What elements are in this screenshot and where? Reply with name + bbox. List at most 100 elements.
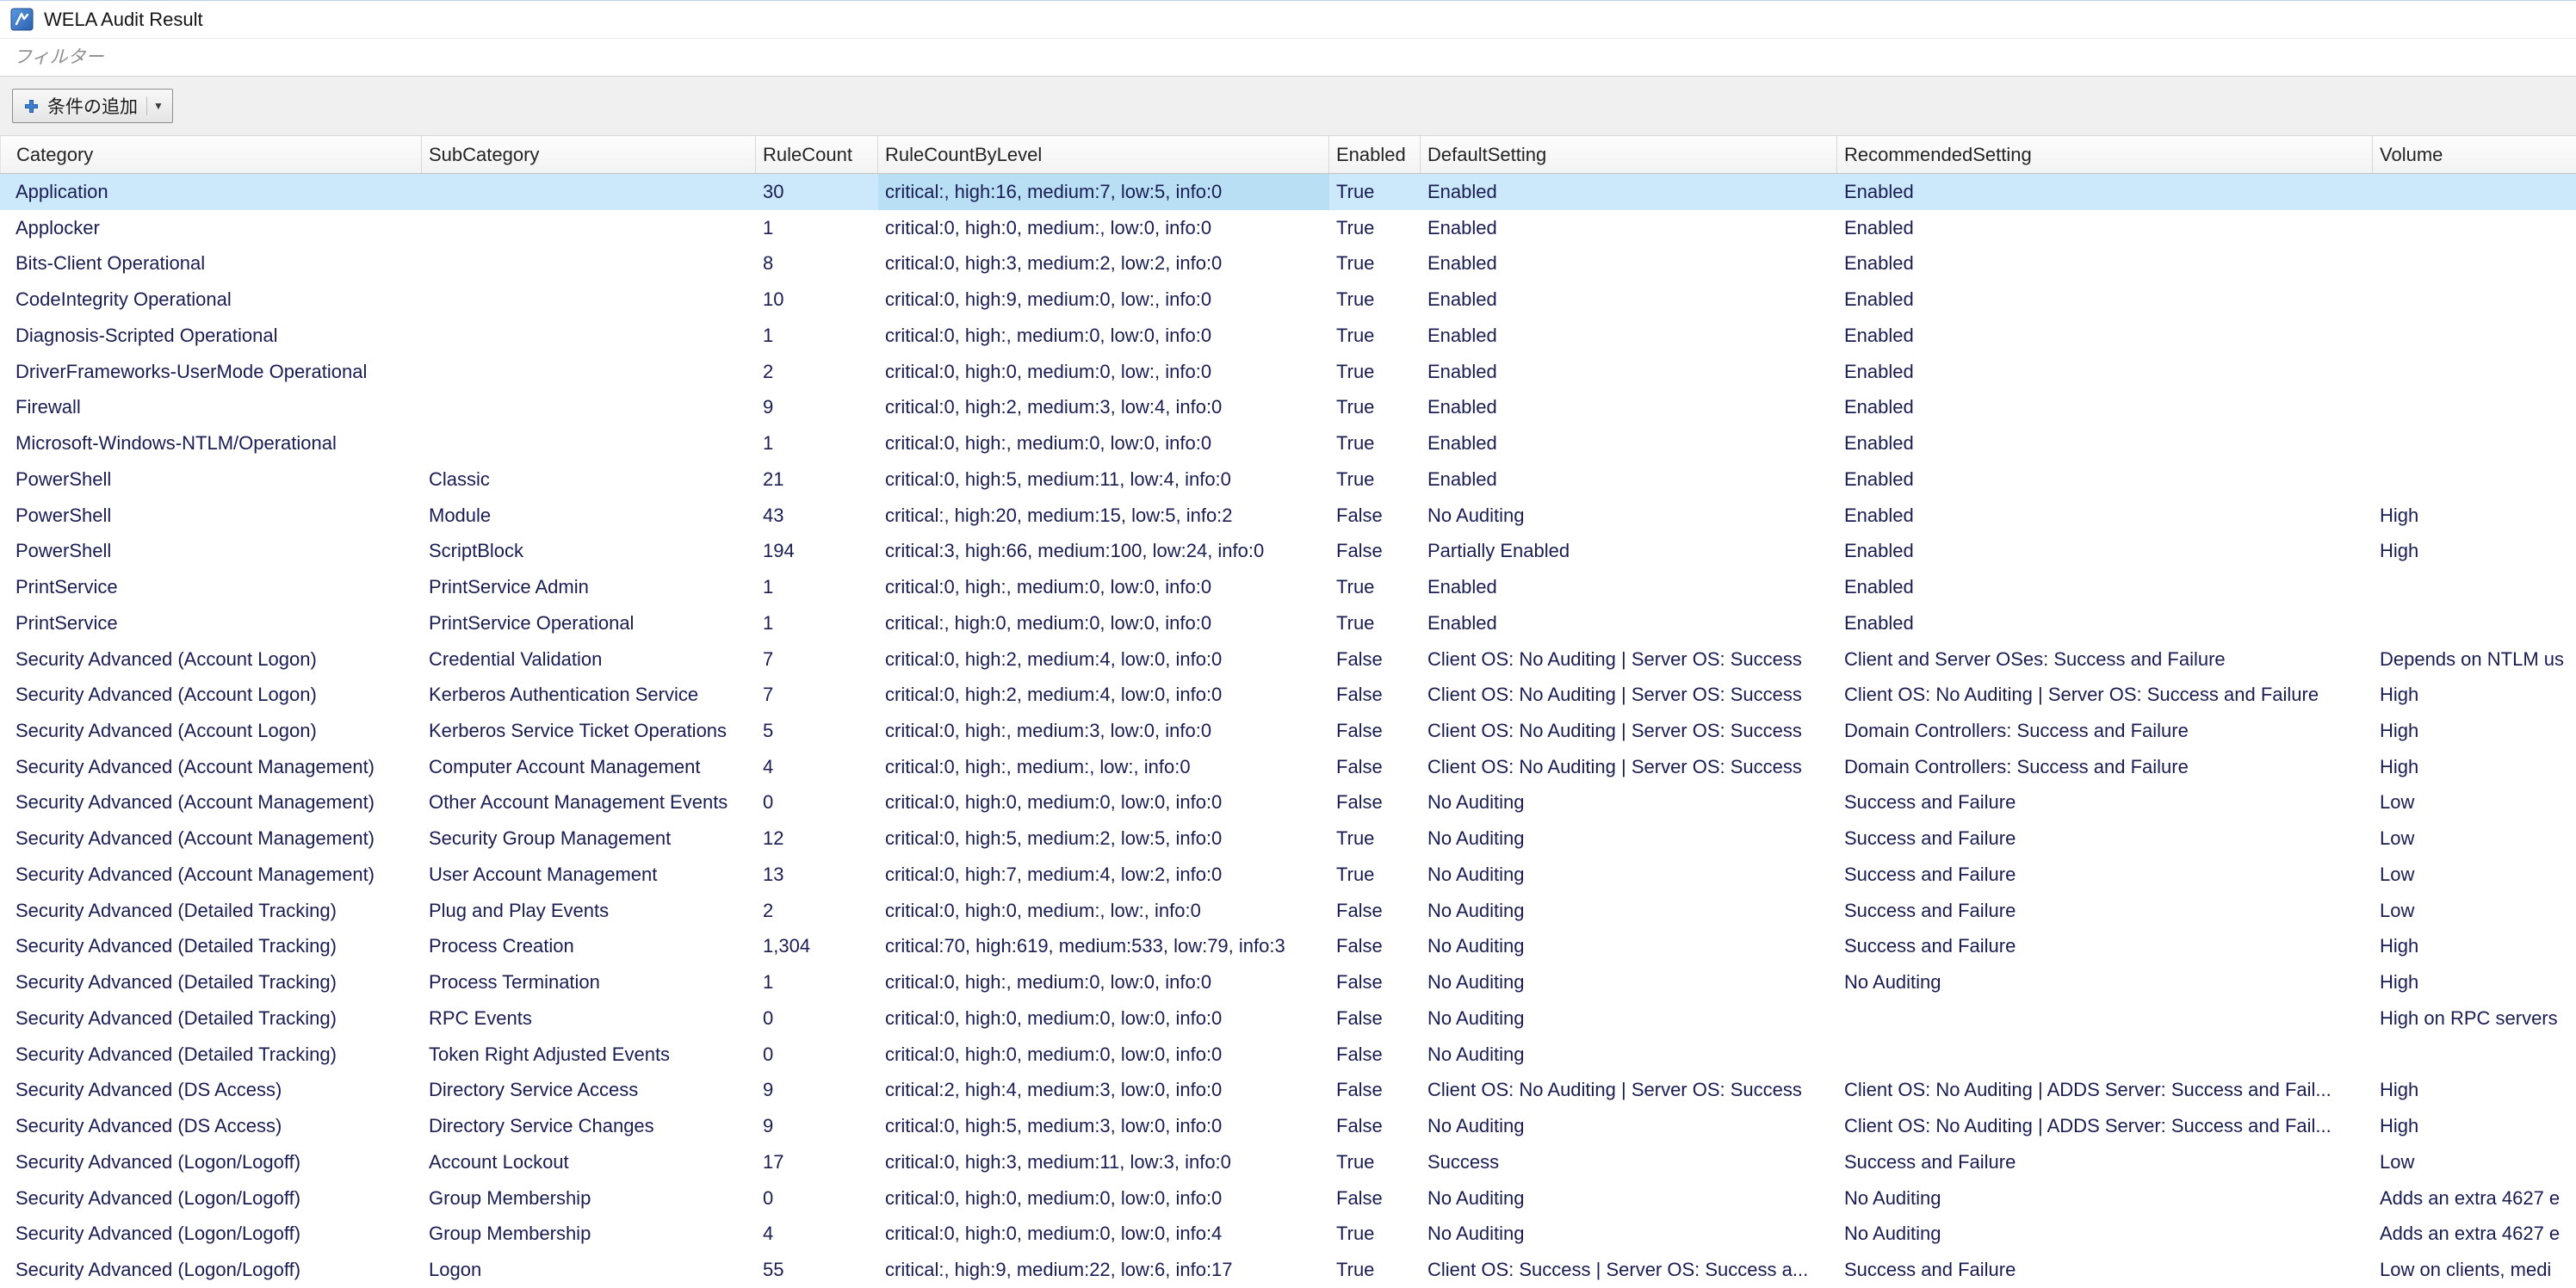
cell-volume [2373, 318, 2576, 354]
cell-defaultsetting: No Auditing [1421, 1037, 1837, 1073]
wela-window: WELA Audit Result 条件の追加 ▼ CategorySubCat… [0, 0, 2576, 1288]
cell-recommendedsetting: Client OS: No Auditing | ADDS Server: Su… [1837, 1108, 2373, 1144]
table-row[interactable]: Security Advanced (Detailed Tracking)RPC… [0, 1000, 2576, 1037]
cell-category: Diagnosis-Scripted Operational [0, 318, 422, 354]
table-row[interactable]: Security Advanced (Account Management)Us… [0, 857, 2576, 893]
table-row[interactable]: Security Advanced (Detailed Tracking)Plu… [0, 893, 2576, 929]
cell-rulecount: 5 [756, 713, 878, 749]
table-row[interactable]: Security Advanced (Detailed Tracking)Tok… [0, 1037, 2576, 1073]
table-row[interactable]: Firewall9critical:0, high:2, medium:3, l… [0, 389, 2576, 425]
cell-recommendedsetting: Success and Failure [1837, 1252, 2373, 1288]
cell-defaultsetting: Enabled [1421, 569, 1837, 605]
cell-recommendedsetting: Enabled [1837, 174, 2373, 210]
table-row[interactable]: Security Advanced (DS Access)Directory S… [0, 1108, 2576, 1144]
cell-enabled: True [1329, 1144, 1421, 1180]
table-row[interactable]: PowerShellClassic21critical:0, high:5, m… [0, 461, 2576, 498]
cell-rulecountbylevel: critical:0, high:3, medium:2, low:2, inf… [878, 245, 1329, 282]
table-row[interactable]: DriverFrameworks-UserMode Operational2cr… [0, 354, 2576, 390]
cell-rulecountbylevel: critical:0, high:, medium:3, low:0, info… [878, 713, 1329, 749]
cell-rulecount: 0 [756, 1000, 878, 1037]
cell-rulecount: 9 [756, 1072, 878, 1108]
table-row[interactable]: Security Advanced (Detailed Tracking)Pro… [0, 964, 2576, 1000]
cell-recommendedsetting: Success and Failure [1837, 784, 2373, 820]
table-row[interactable]: Security Advanced (Logon/Logoff)Account … [0, 1144, 2576, 1180]
cell-defaultsetting: Enabled [1421, 318, 1837, 354]
cell-enabled: False [1329, 677, 1421, 713]
cell-recommendedsetting: Enabled [1837, 569, 2373, 605]
table-row[interactable]: Security Advanced (Detailed Tracking)Pro… [0, 928, 2576, 964]
table-row[interactable]: Security Advanced (Account Logon)Kerbero… [0, 677, 2576, 713]
cell-defaultsetting: Enabled [1421, 210, 1837, 246]
table-row[interactable]: Applocker1critical:0, high:0, medium:, l… [0, 210, 2576, 246]
cell-category: Microsoft-Windows-NTLM/Operational [0, 425, 422, 461]
cell-subcategory [422, 354, 756, 390]
cell-rulecount: 10 [756, 282, 878, 318]
add-condition-label: 条件の追加 [47, 93, 138, 119]
column-header-rulecountbylevel[interactable]: RuleCountByLevel [878, 136, 1329, 173]
table-row[interactable]: Security Advanced (Logon/Logoff)Group Me… [0, 1180, 2576, 1217]
cell-subcategory: Classic [422, 461, 756, 498]
cell-rulecount: 2 [756, 354, 878, 390]
filter-input[interactable] [0, 39, 2576, 76]
cell-enabled: True [1329, 354, 1421, 390]
cell-volume: Low [2373, 893, 2576, 929]
cell-volume [2373, 282, 2576, 318]
column-header-subcategory[interactable]: SubCategory [422, 136, 756, 173]
table-row[interactable]: Security Advanced (Account Management)Ot… [0, 784, 2576, 820]
cell-rulecount: 1,304 [756, 928, 878, 964]
cell-rulecount: 0 [756, 1037, 878, 1073]
table-row[interactable]: Security Advanced (Account Management)Se… [0, 820, 2576, 857]
column-header-volume[interactable]: Volume [2373, 136, 2576, 173]
cell-rulecountbylevel: critical:0, high:0, medium:0, low:0, inf… [878, 784, 1329, 820]
cell-subcategory [422, 425, 756, 461]
table-row[interactable]: Security Advanced (Account Management)Co… [0, 749, 2576, 785]
cell-volume: Depends on NTLM us [2373, 641, 2576, 678]
table-row[interactable]: Application30critical:, high:16, medium:… [0, 174, 2576, 210]
cell-recommendedsetting: Domain Controllers: Success and Failure [1837, 749, 2373, 785]
add-condition-button[interactable]: 条件の追加 ▼ [12, 89, 173, 123]
table-row[interactable]: Security Advanced (DS Access)Directory S… [0, 1072, 2576, 1108]
cell-rulecountbylevel: critical:, high:20, medium:15, low:5, in… [878, 498, 1329, 534]
cell-volume [2373, 605, 2576, 641]
cell-rulecountbylevel: critical:, high:16, medium:7, low:5, inf… [878, 174, 1329, 210]
table-row[interactable]: CodeIntegrity Operational10critical:0, h… [0, 282, 2576, 318]
cell-defaultsetting: Client OS: No Auditing | Server OS: Succ… [1421, 641, 1837, 678]
cell-category: Security Advanced (Account Logon) [0, 641, 422, 678]
table-row[interactable]: PowerShellModule43critical:, high:20, me… [0, 498, 2576, 534]
table-row[interactable]: Microsoft-Windows-NTLM/Operational1criti… [0, 425, 2576, 461]
cell-volume: High on RPC servers [2373, 1000, 2576, 1037]
table-row[interactable]: Bits-Client Operational8critical:0, high… [0, 245, 2576, 282]
table-row[interactable]: Security Advanced (Account Logon)Kerbero… [0, 713, 2576, 749]
cell-defaultsetting: No Auditing [1421, 893, 1837, 929]
table-row[interactable]: PrintServicePrintService Admin1critical:… [0, 569, 2576, 605]
cell-subcategory: Security Group Management [422, 820, 756, 857]
cell-recommendedsetting [1837, 1000, 2373, 1037]
cell-subcategory: Directory Service Changes [422, 1108, 756, 1144]
cell-subcategory: Kerberos Authentication Service [422, 677, 756, 713]
cell-rulecountbylevel: critical:0, high:, medium:0, low:0, info… [878, 964, 1329, 1000]
column-header-defaultsetting[interactable]: DefaultSetting [1421, 136, 1837, 173]
cell-defaultsetting: Enabled [1421, 461, 1837, 498]
table-row[interactable]: PowerShellScriptBlock194critical:3, high… [0, 533, 2576, 569]
table-row[interactable]: Security Advanced (Logon/Logoff)Group Me… [0, 1216, 2576, 1252]
table-row[interactable]: Security Advanced (Account Logon)Credent… [0, 641, 2576, 678]
table-row[interactable]: Security Advanced (Logon/Logoff)Logon55c… [0, 1252, 2576, 1288]
column-header-rulecount[interactable]: RuleCount [756, 136, 878, 173]
chevron-down-icon[interactable]: ▼ [153, 101, 164, 111]
column-header-category[interactable]: Category [0, 136, 422, 173]
cell-subcategory: Directory Service Access [422, 1072, 756, 1108]
cell-subcategory: Module [422, 498, 756, 534]
table-row[interactable]: PrintServicePrintService Operational1cri… [0, 605, 2576, 641]
cell-enabled: True [1329, 210, 1421, 246]
column-header-enabled[interactable]: Enabled [1329, 136, 1421, 173]
cell-volume: High [2373, 964, 2576, 1000]
cell-recommendedsetting: Enabled [1837, 245, 2373, 282]
table-row[interactable]: Diagnosis-Scripted Operational1critical:… [0, 318, 2576, 354]
cell-category: Security Advanced (Logon/Logoff) [0, 1252, 422, 1288]
cell-defaultsetting: No Auditing [1421, 1180, 1837, 1217]
cell-volume [2373, 245, 2576, 282]
cell-defaultsetting: Client OS: No Auditing | Server OS: Succ… [1421, 1072, 1837, 1108]
column-header-recommendedsetting[interactable]: RecommendedSetting [1837, 136, 2373, 173]
cell-rulecount: 1 [756, 425, 878, 461]
cell-recommendedsetting: Success and Failure [1837, 928, 2373, 964]
